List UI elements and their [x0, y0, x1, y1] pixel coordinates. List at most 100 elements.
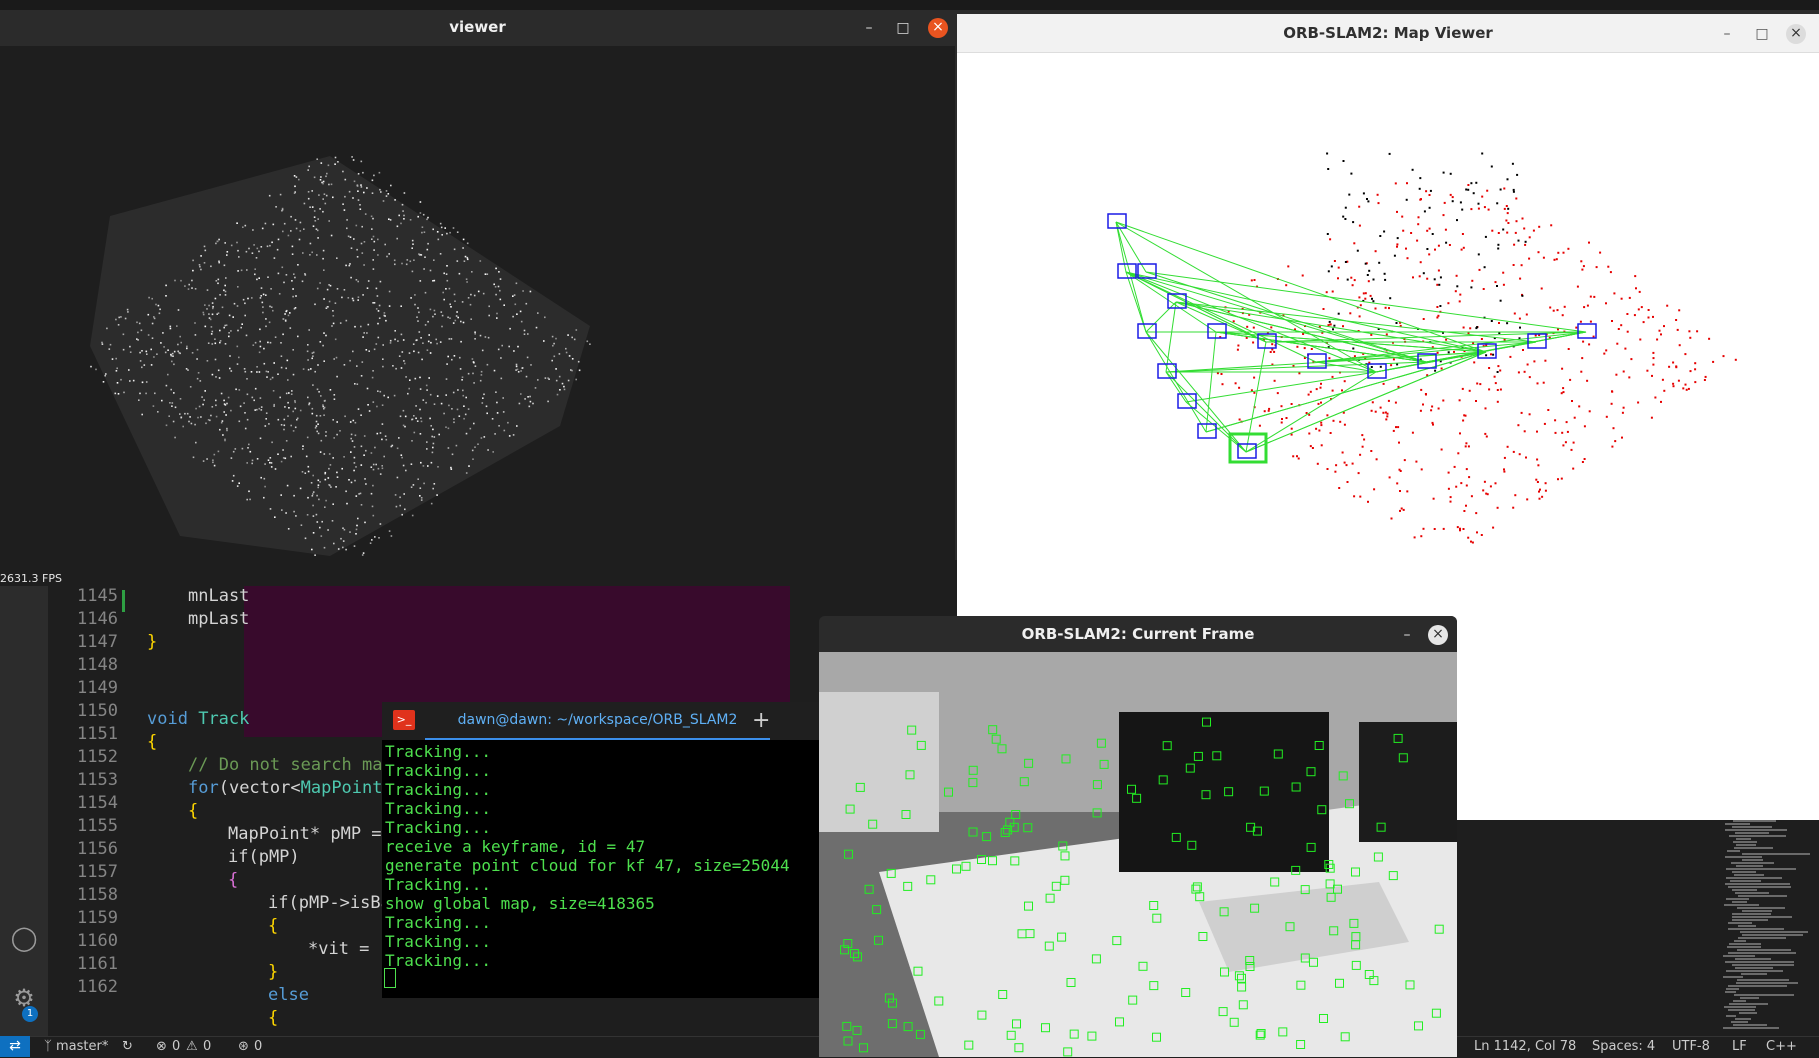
terminal-tab[interactable]: dawn@dawn: ~/workspace/ORB_SLAM2: [425, 702, 770, 740]
map-point: [1477, 207, 1480, 210]
maximize-icon[interactable]: □: [1752, 24, 1772, 44]
cloud-point: [441, 314, 444, 317]
cloud-point: [277, 453, 279, 455]
cloud-point: [171, 360, 173, 363]
map-point: [1420, 535, 1423, 538]
cloud-point: [522, 290, 524, 292]
cloud-point: [366, 332, 368, 334]
cloud-point: [196, 358, 198, 360]
map-point: [1570, 448, 1573, 451]
cloud-point: [431, 435, 433, 438]
cloud-point: [262, 293, 265, 296]
remote-indicator[interactable]: ⇄: [0, 1036, 30, 1057]
cloud-point: [341, 296, 343, 299]
map-viewer-titlebar[interactable]: ORB-SLAM2: Map Viewer – □ ×: [957, 14, 1819, 53]
minimap[interactable]: [1715, 820, 1819, 1036]
map-point: [1694, 362, 1697, 365]
cloud-point: [279, 396, 281, 399]
cloud-point: [492, 451, 494, 453]
cloud-point: [259, 328, 261, 331]
cloud-point: [437, 238, 440, 241]
maximize-icon[interactable]: □: [893, 18, 913, 38]
minimize-icon[interactable]: –: [1397, 625, 1417, 645]
cloud-point: [445, 426, 447, 428]
map-point: [1652, 357, 1655, 360]
map-point: [1268, 407, 1271, 410]
viewer-titlebar[interactable]: viewer – □ ×: [0, 10, 955, 46]
cloud-point: [274, 468, 277, 470]
cloud-point: [226, 251, 229, 253]
cloud-point: [256, 408, 258, 411]
cloud-point: [354, 383, 356, 385]
new-tab-button[interactable]: +: [752, 708, 770, 733]
close-icon[interactable]: ×: [1428, 625, 1448, 645]
cloud-point: [402, 409, 405, 412]
branch-name[interactable]: master*: [56, 1039, 108, 1054]
minimap-line: [1726, 877, 1783, 879]
minimize-icon[interactable]: –: [1717, 24, 1737, 44]
indentation[interactable]: Spaces: 4: [1592, 1039, 1655, 1054]
close-icon[interactable]: ×: [928, 18, 948, 38]
cloud-point: [312, 355, 314, 357]
current-frame-titlebar[interactable]: ORB-SLAM2: Current Frame – ×: [819, 616, 1457, 652]
cloud-point: [355, 224, 358, 227]
cloud-point: [401, 456, 403, 459]
cloud-point: [353, 545, 356, 547]
warning-count[interactable]: 0: [203, 1039, 211, 1054]
cursor-position[interactable]: Ln 1142, Col 78: [1474, 1039, 1576, 1054]
reference-point: [1506, 178, 1509, 181]
cloud-point: [467, 372, 470, 375]
cloud-point: [571, 336, 573, 339]
cloud-point: [419, 212, 422, 214]
cloud-point: [311, 206, 314, 208]
map-point: [1430, 409, 1433, 412]
map-point: [1455, 274, 1458, 277]
cloud-point: [277, 272, 280, 275]
map-point: [1364, 297, 1367, 300]
cloud-point: [108, 348, 111, 350]
cloud-point: [283, 418, 286, 421]
minimap-line: [1729, 943, 1761, 945]
line-number: 1147: [77, 632, 118, 652]
line-number: 1149: [77, 678, 118, 698]
map-point: [1287, 265, 1290, 268]
cloud-point: [251, 252, 254, 254]
cloud-point: [372, 514, 375, 517]
cloud-point: [139, 392, 141, 395]
cloud-point: [296, 417, 299, 420]
cloud-point: [118, 316, 120, 319]
cloud-point: [389, 339, 392, 342]
sync-icon[interactable]: ↻: [122, 1039, 133, 1054]
cloud-point: [496, 412, 499, 414]
cloud-point: [470, 318, 472, 320]
minimize-icon[interactable]: –: [859, 18, 879, 38]
cloud-point: [265, 370, 268, 373]
cloud-point: [277, 373, 279, 375]
cloud-point: [212, 461, 214, 464]
map-point: [1253, 391, 1256, 394]
map-point: [1301, 274, 1304, 277]
language-mode[interactable]: C++: [1766, 1039, 1797, 1054]
cloud-point: [363, 332, 365, 334]
ports-count[interactable]: 0: [254, 1039, 262, 1054]
cloud-point: [419, 201, 422, 203]
point-cloud-viewport[interactable]: [0, 46, 955, 586]
cloud-point: [219, 329, 221, 332]
cloud-point: [259, 345, 262, 348]
cloud-point: [223, 411, 225, 413]
encoding[interactable]: UTF-8: [1672, 1039, 1710, 1054]
error-count[interactable]: 0: [172, 1039, 180, 1054]
cloud-point: [463, 260, 466, 262]
cloud-point: [218, 238, 220, 241]
cloud-point: [265, 294, 267, 296]
account-icon[interactable]: ◯: [8, 922, 40, 954]
cloud-point: [450, 466, 452, 469]
line-ending[interactable]: LF: [1732, 1039, 1747, 1054]
map-point: [1358, 296, 1361, 299]
reference-point: [1352, 347, 1355, 350]
cloud-point: [407, 392, 409, 395]
cloud-point: [376, 295, 379, 297]
cloud-point: [287, 528, 290, 530]
map-point: [1400, 507, 1403, 510]
close-icon[interactable]: ×: [1786, 24, 1806, 44]
